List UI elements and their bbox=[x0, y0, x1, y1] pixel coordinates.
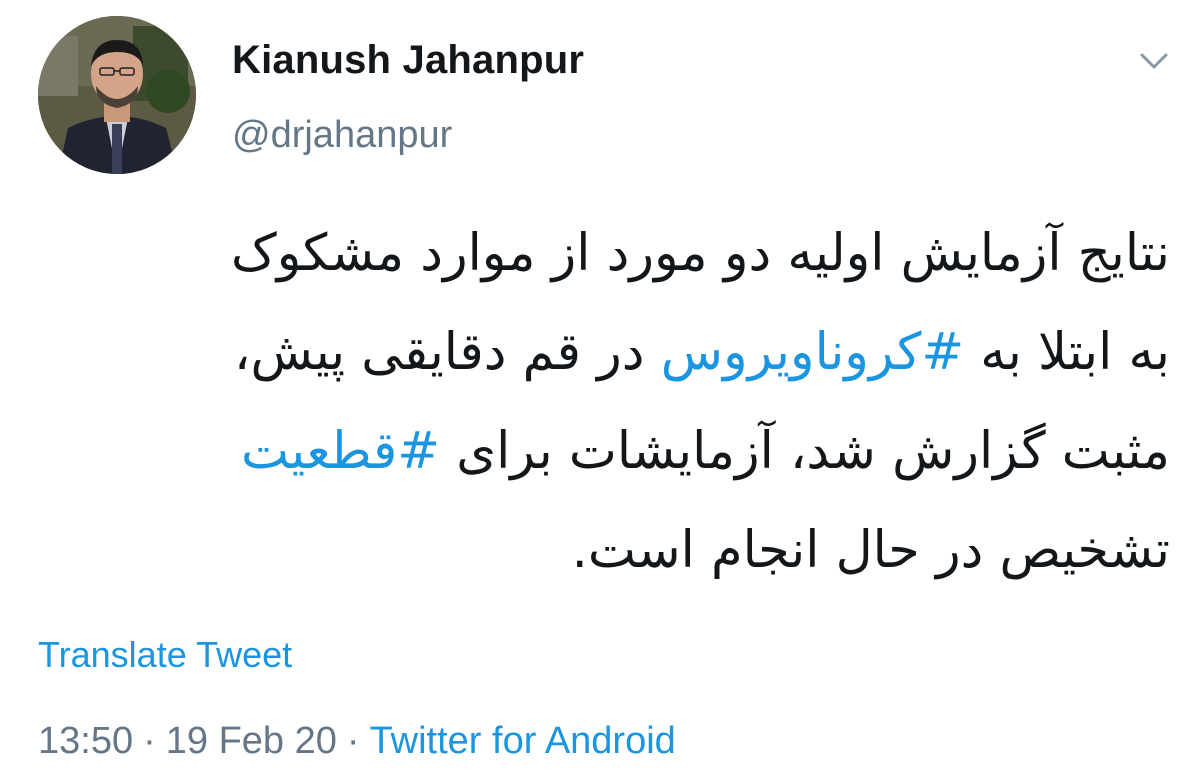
tweet-text-line: نتایج آزمایش اولیه دو مورد از موارد مشکو… bbox=[231, 224, 1170, 283]
tweet-text: نتایج آزمایش اولیه دو مورد از موارد مشکو… bbox=[60, 204, 1170, 600]
tweet-text-segment: در قم دقایقی پیش، bbox=[234, 323, 661, 382]
separator-dot: · bbox=[143, 720, 156, 762]
user-handle[interactable]: @drjahanpur bbox=[232, 114, 452, 157]
tweet-meta: 13:50 · 19 Feb 20 · Twitter for Android bbox=[38, 720, 676, 763]
user-avatar-image bbox=[38, 16, 196, 174]
hashtag-link[interactable]: #قطعیت bbox=[241, 422, 440, 481]
tweet-text-line: به ابتلا به #کروناویروس در قم دقایقی پیش… bbox=[60, 303, 1170, 402]
separator-dot: · bbox=[346, 720, 360, 762]
tweet-text-segment: مثبت گزارش شد، آزمایشات برای bbox=[440, 422, 1170, 481]
tweet-date[interactable]: 19 Feb 20 bbox=[166, 720, 337, 762]
tweet-text-segment: به ابتلا به bbox=[964, 323, 1170, 382]
avatar[interactable] bbox=[38, 16, 196, 174]
tweet-time[interactable]: 13:50 bbox=[38, 720, 133, 762]
tweet-text-line: تشخیص در حال انجام است. bbox=[571, 521, 1170, 580]
tweet-card: Kianush Jahanpur @drjahanpur نتایج آزمای… bbox=[0, 0, 1200, 777]
chevron-down-icon[interactable] bbox=[1136, 46, 1172, 76]
tweet-text-line: مثبت گزارش شد، آزمایشات برای #قطعیت bbox=[60, 402, 1170, 501]
tweet-source-link[interactable]: Twitter for Android bbox=[370, 720, 676, 762]
display-name[interactable]: Kianush Jahanpur bbox=[232, 38, 584, 83]
hashtag-link[interactable]: #کروناویروس bbox=[661, 323, 964, 382]
translate-tweet-link[interactable]: Translate Tweet bbox=[38, 634, 292, 676]
